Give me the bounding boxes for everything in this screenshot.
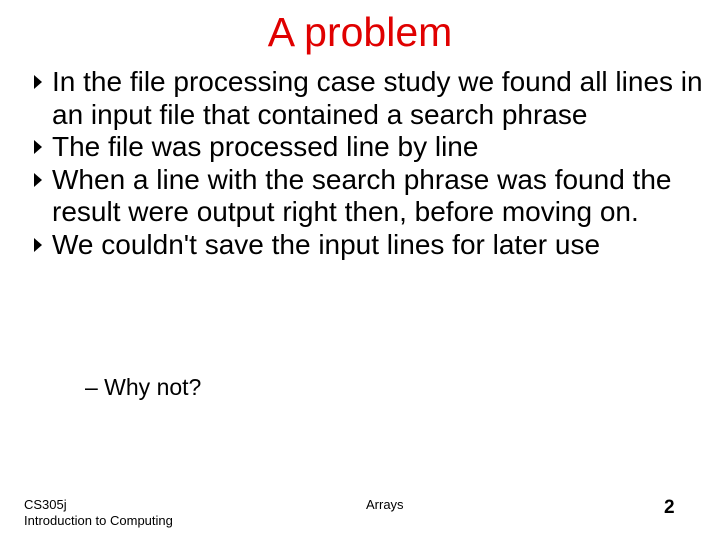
bullet-text: The file was processed line by line [52,131,479,162]
footer-course-code: CS305j [24,497,67,512]
triangle-bullet-icon [34,140,42,154]
page-number: 2 [664,497,675,518]
footer-course-name: Introduction to Computing [24,513,173,528]
triangle-bullet-icon [34,172,42,187]
bullet-text: We couldn't save the input lines for lat… [52,228,601,260]
bullet-item: In the file processing case study we fou… [34,66,712,131]
triangle-bullet-icon [34,237,42,252]
sub-bullet: – Why not? [85,374,202,400]
bullet-item: The file was processed line by line [34,131,714,164]
bullet-text: In the file processing case study we fou… [52,66,703,130]
bullet-item: When a line with the search phrase was f… [34,164,672,229]
triangle-bullet-icon [34,75,42,89]
slide-title: A problem [267,9,453,55]
footer-course: CS305j Introduction to Computing [24,497,173,529]
bullet-item: We couldn't save the input lines for lat… [34,229,714,262]
bullet-list: In the file processing case study we fou… [34,66,714,261]
bullet-text: When a line with the search phrase was f… [52,163,672,228]
footer-topic: Arrays [366,497,404,512]
